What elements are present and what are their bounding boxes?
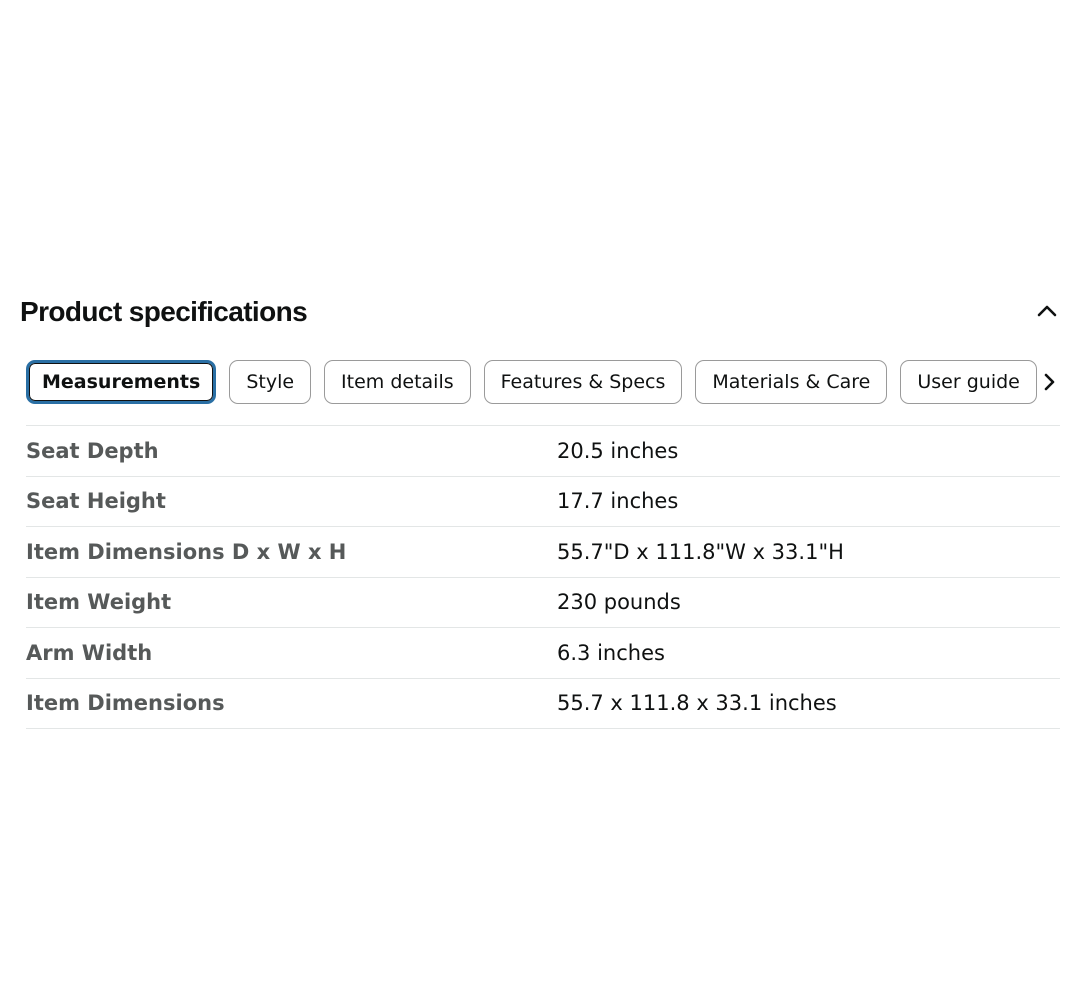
- spec-value: 6.3 inches: [557, 640, 665, 665]
- tab-style[interactable]: Style: [229, 360, 312, 404]
- product-specifications-section: Product specifications Measurements Styl…: [0, 290, 1080, 729]
- spec-label: Item Dimensions D x W x H: [26, 539, 347, 564]
- scroll-right-button[interactable]: [1038, 360, 1060, 404]
- tab-label: Materials & Care: [712, 371, 871, 393]
- chevron-up-icon: [1037, 305, 1057, 317]
- spec-value: 230 pounds: [557, 590, 681, 615]
- spec-label: Seat Depth: [26, 438, 159, 463]
- table-row: Item Weight 230 pounds: [26, 577, 1060, 628]
- spec-value: 20.5 inches: [557, 438, 679, 463]
- spec-tabs: Measurements Style Item details Features…: [26, 360, 1060, 406]
- tab-label: Style: [246, 371, 295, 393]
- page: Product specifications Measurements Styl…: [0, 0, 1080, 1005]
- spec-table: Seat Depth 20.5 inches Seat Height 17.7 …: [26, 425, 1060, 729]
- tab-label: Measurements: [42, 371, 201, 393]
- table-row: Item Dimensions 55.7 x 111.8 x 33.1 inch…: [26, 678, 1060, 729]
- spec-value: 17.7 inches: [557, 489, 679, 514]
- spec-value: 55.7"D x 111.8"W x 33.1"H: [557, 539, 844, 564]
- collapse-button[interactable]: [1032, 296, 1062, 326]
- section-header: Product specifications: [0, 290, 1080, 338]
- table-row: Arm Width 6.3 inches: [26, 627, 1060, 678]
- tab-materials-care[interactable]: Materials & Care: [695, 360, 888, 404]
- tab-user-guide[interactable]: User guide: [900, 360, 1037, 404]
- spec-value: 55.7 x 111.8 x 33.1 inches: [557, 691, 837, 716]
- tab-features-specs[interactable]: Features & Specs: [483, 360, 683, 404]
- tab-label: Features & Specs: [500, 371, 666, 393]
- chevron-right-icon: [1044, 373, 1055, 391]
- tab-item-details[interactable]: Item details: [324, 360, 471, 404]
- spec-label: Item Weight: [26, 590, 172, 615]
- tab-label: User guide: [917, 371, 1020, 393]
- tab-measurements[interactable]: Measurements: [26, 360, 217, 404]
- table-row: Seat Depth 20.5 inches: [26, 425, 1060, 476]
- table-row: Item Dimensions D x W x H 55.7"D x 111.8…: [26, 526, 1060, 577]
- spec-label: Item Dimensions: [26, 691, 225, 716]
- spec-label: Seat Height: [26, 489, 166, 514]
- spec-label: Arm Width: [26, 640, 153, 665]
- section-title: Product specifications: [20, 296, 308, 327]
- tab-label: Item details: [341, 371, 454, 393]
- table-row: Seat Height 17.7 inches: [26, 476, 1060, 527]
